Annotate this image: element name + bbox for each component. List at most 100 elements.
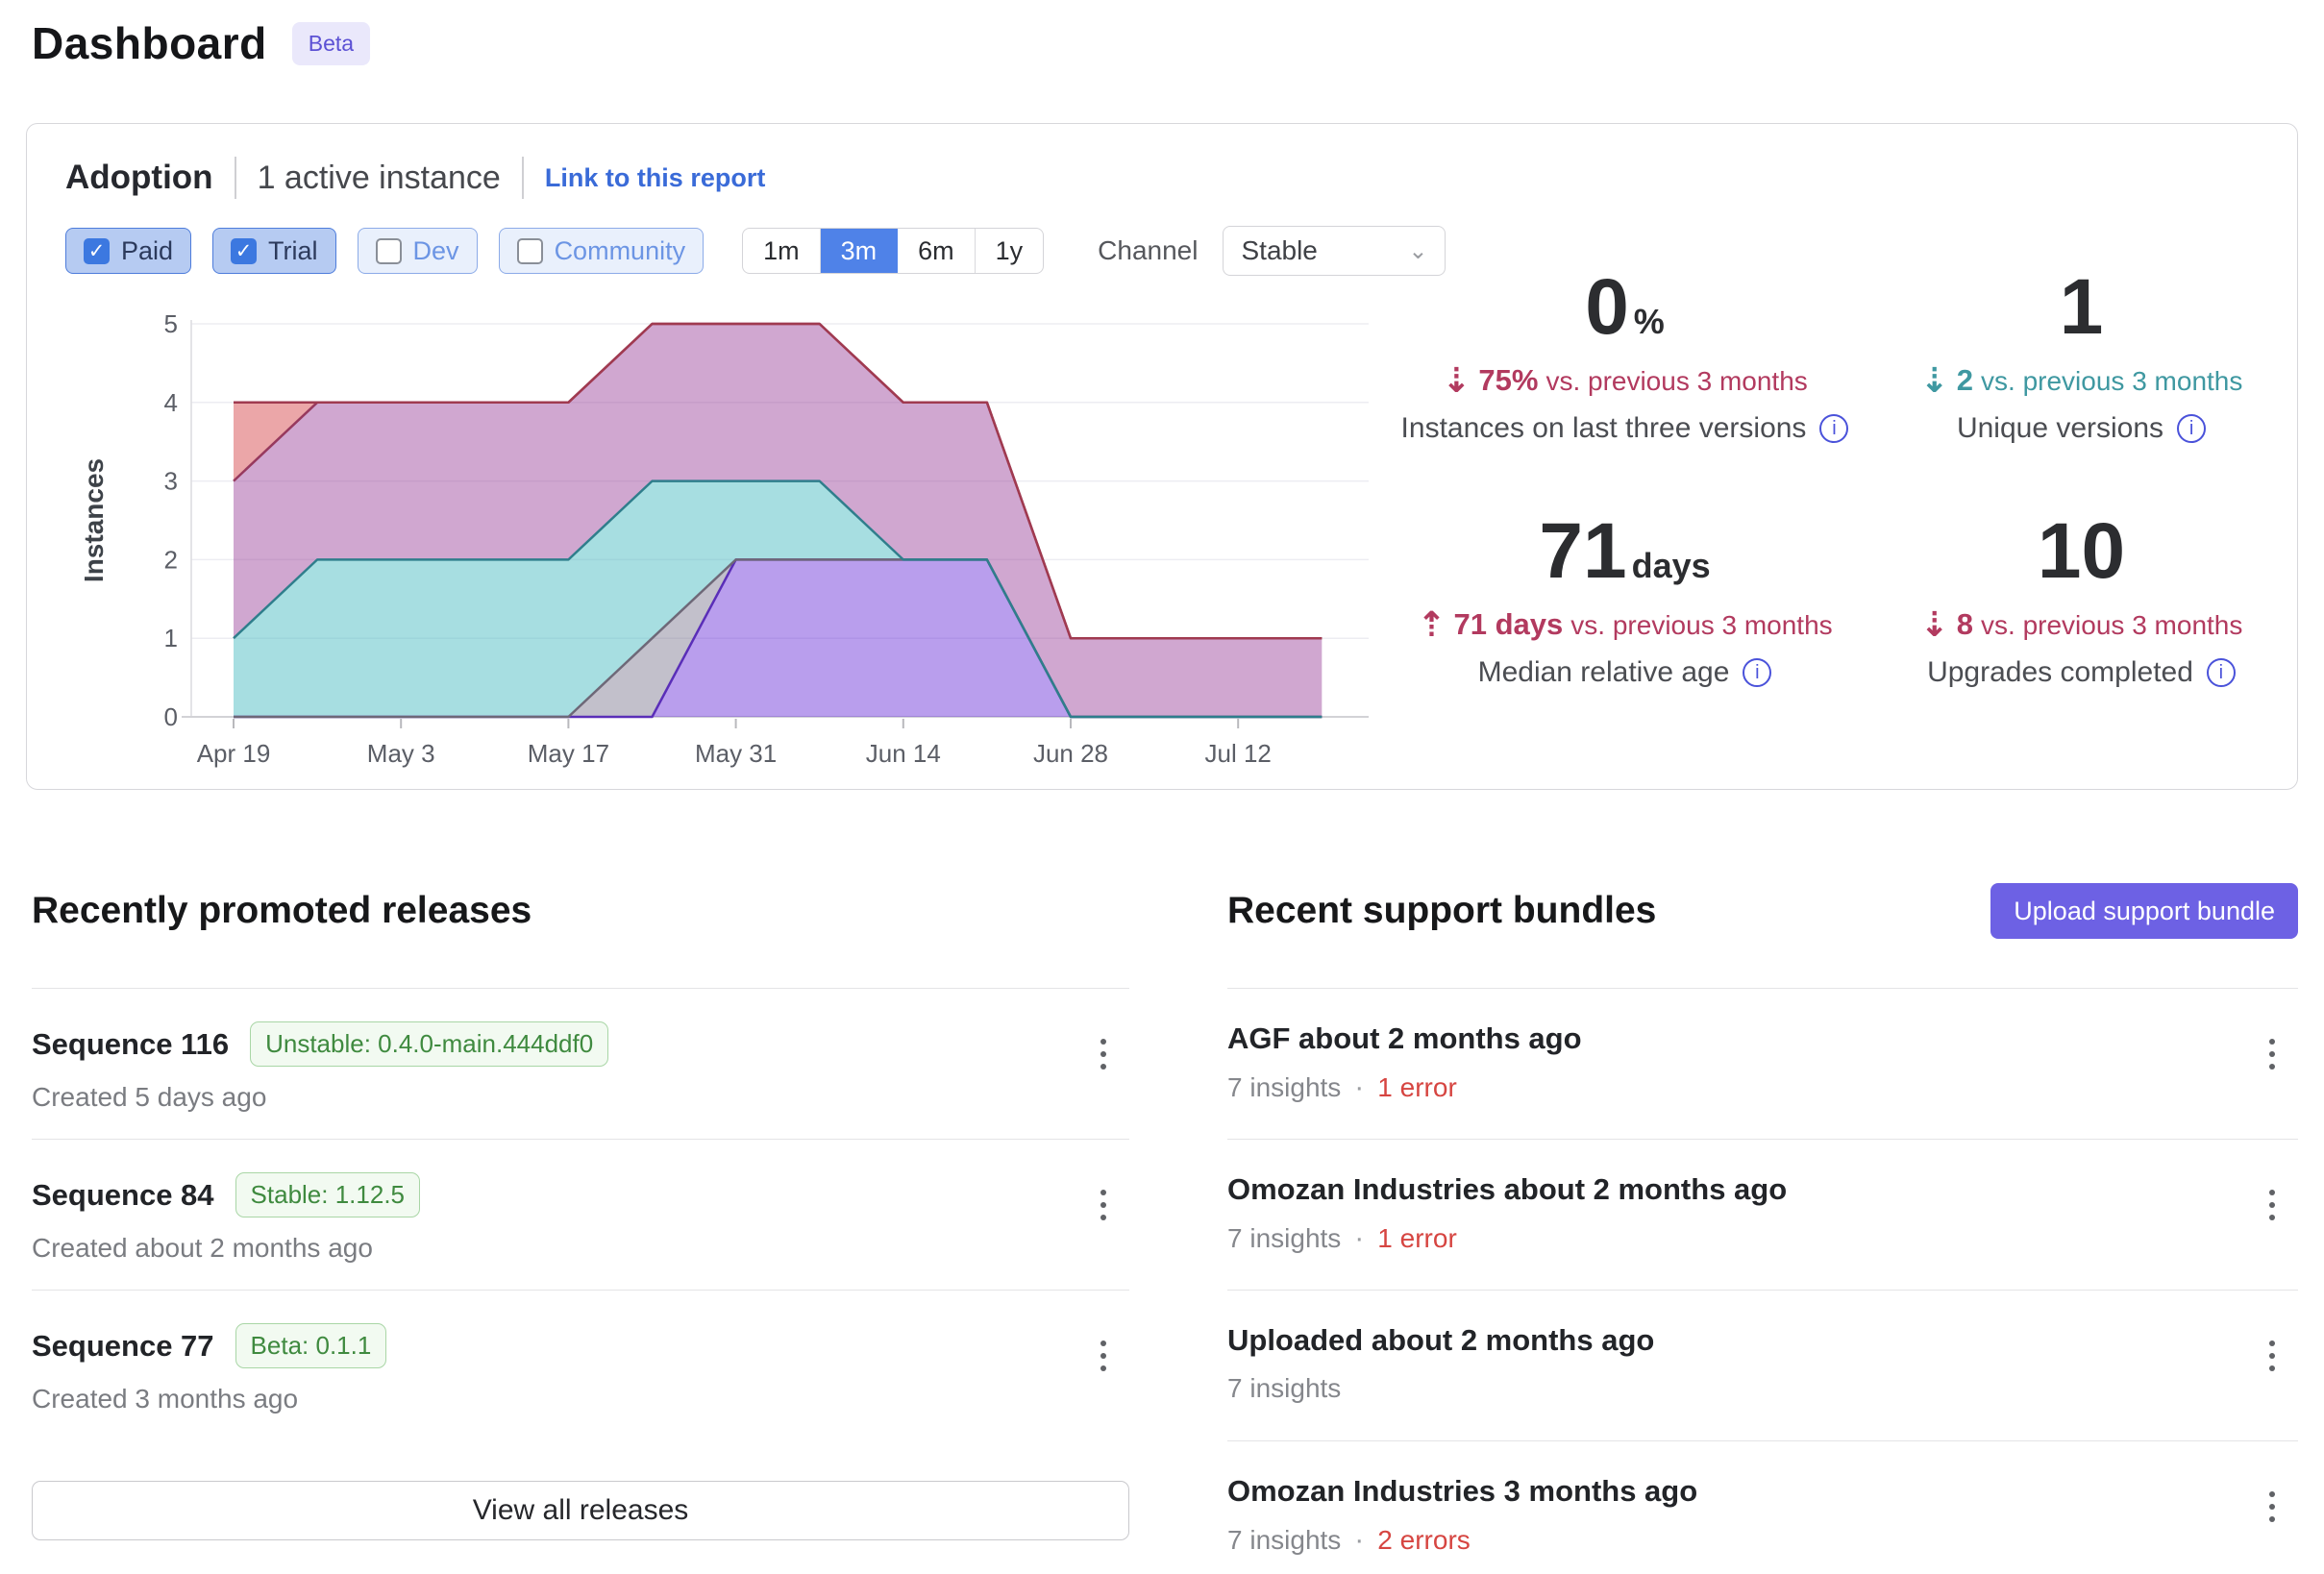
trend-caption: vs. previous 3 months <box>1545 366 1807 396</box>
stat-label: Instances on last three versions i <box>1397 412 1853 445</box>
stat-value: 0% <box>1397 266 1853 349</box>
release-list: Sequence 116Unstable: 0.4.0-main.444ddf0… <box>32 989 1129 1440</box>
meta-separator-dot: · <box>1354 1524 1364 1557</box>
release-created-text: Created about 2 months ago <box>32 1233 1129 1264</box>
adoption-title: Adoption <box>65 159 213 197</box>
filter-trial[interactable]: ✓Trial <box>212 228 336 274</box>
info-icon[interactable]: i <box>2207 658 2236 687</box>
trend-caption: vs. previous 3 months <box>1981 610 2242 640</box>
trend-down-arrow-icon: ⇣ <box>1920 360 1949 400</box>
stat-number-text: 10 <box>2038 507 2125 595</box>
y-tick-label: 0 <box>164 702 178 731</box>
release-title-row: Sequence 84Stable: 1.12.5 <box>32 1172 1129 1217</box>
info-icon[interactable]: i <box>1743 658 1771 687</box>
y-tick-label: 1 <box>164 624 178 652</box>
stat-trend: ⇣8 vs. previous 3 months <box>1853 603 2310 643</box>
stat-cell-3: 10⇣8vs. previous 3 monthsUpgrades comple… <box>1853 510 2310 727</box>
stat-value: 1 <box>1853 266 2310 349</box>
page-title: Dashboard <box>32 17 267 69</box>
x-tick-label: May 17 <box>528 739 609 768</box>
release-row: Sequence 116Unstable: 0.4.0-main.444ddf0… <box>32 989 1129 1139</box>
range-3m[interactable]: 3m <box>821 229 899 273</box>
stat-trend: ⇣2vs. previous 3 months <box>1853 358 2310 399</box>
y-tick-label: 3 <box>164 467 178 496</box>
trend-down-arrow-icon: ⇣ <box>1920 604 1949 644</box>
view-all-releases-button[interactable]: View all releases <box>32 1481 1129 1540</box>
info-icon[interactable]: i <box>2177 414 2206 443</box>
time-range-segmented-control: 1m3m6m1y <box>742 228 1044 274</box>
bundle-meta-row: 7 insights · 2 errors <box>1227 1524 2298 1557</box>
release-version-badge: Beta: 0.1.1 <box>235 1323 387 1368</box>
channel-label: Channel <box>1098 235 1198 266</box>
kebab-menu-icon[interactable] <box>2262 1484 2283 1530</box>
beta-badge: Beta <box>292 22 370 65</box>
bundle-title: Omozan Industries about 2 months ago <box>1227 1172 2298 1207</box>
bundle-insights-count: 7 insights <box>1227 1525 1341 1556</box>
x-tick-label: Jun 14 <box>866 739 941 768</box>
range-1y[interactable]: 1y <box>976 229 1044 273</box>
recently-promoted-releases-section: Recently promoted releases Sequence 116U… <box>32 882 1129 1540</box>
bundle-error-count: 2 errors <box>1377 1525 1470 1556</box>
checkbox-icon <box>517 238 543 264</box>
checkbox-icon: ✓ <box>231 238 257 264</box>
release-title: Sequence 77 <box>32 1329 214 1364</box>
bundle-title: Omozan Industries 3 months ago <box>1227 1474 2298 1509</box>
stat-suffix: days <box>1632 546 1711 585</box>
filter-label: Community <box>555 236 686 266</box>
filter-label: Paid <box>121 236 173 266</box>
kebab-menu-icon[interactable] <box>1093 1031 1114 1077</box>
bundle-title: Uploaded about 2 months ago <box>1227 1323 2298 1358</box>
bundle-meta-row: 7 insights <box>1227 1373 2298 1404</box>
bundle-meta-row: 7 insights·1 error <box>1227 1222 2298 1255</box>
support-bundle-row: Omozan Industries 3 months ago 7 insights… <box>1227 1441 2298 1574</box>
bundles-header-row: Recent support bundles Upload support bu… <box>1227 882 2298 940</box>
range-1m[interactable]: 1m <box>743 229 821 273</box>
adoption-card: Adoption 1 active instance Link to this … <box>26 123 2298 790</box>
release-row: Sequence 77Beta: 0.1.1Created 3 months a… <box>32 1291 1129 1440</box>
support-bundle-row: Uploaded about 2 months ago 7 insights <box>1227 1291 2298 1440</box>
recent-support-bundles-section: Recent support bundles Upload support bu… <box>1227 882 2298 1574</box>
upload-support-bundle-button[interactable]: Upload support bundle <box>1990 883 2298 939</box>
release-title-row: Sequence 116Unstable: 0.4.0-main.444ddf0 <box>32 1021 1129 1067</box>
releases-heading: Recently promoted releases <box>32 890 532 932</box>
stat-cell-2: 71days⇡71 daysvs. previous 3 monthsMedia… <box>1397 510 1853 727</box>
stat-label: Unique versionsi <box>1853 412 2310 445</box>
range-6m[interactable]: 6m <box>898 229 976 273</box>
y-tick-label: 2 <box>164 545 178 574</box>
stat-number-text: 71 <box>1539 507 1626 595</box>
info-icon[interactable]: i <box>1819 414 1848 443</box>
y-tick-label: 4 <box>164 388 178 417</box>
stat-value: 71days <box>1397 510 1853 593</box>
header-separator <box>235 157 236 199</box>
release-created-text: Created 5 days ago <box>32 1082 1129 1113</box>
channel-select-value: Stable <box>1241 235 1317 266</box>
filter-dev[interactable]: Dev <box>358 228 478 274</box>
filter-community[interactable]: Community <box>499 228 705 274</box>
dashboard-page: Dashboard Beta Adoption 1 active instanc… <box>0 0 2324 1574</box>
x-tick-label: Jul 12 <box>1205 739 1272 768</box>
channel-group: Channel Stable ⌄ <box>1098 226 1446 276</box>
stat-label-text: Instances on last three versions <box>1401 412 1807 445</box>
kebab-menu-icon[interactable] <box>1093 1182 1114 1228</box>
trend-value: 8 <box>1957 607 1973 641</box>
filter-paid[interactable]: ✓Paid <box>65 228 191 274</box>
adoption-controls: ✓Paid✓TrialDevCommunity 1m3m6m1y Channel… <box>65 226 1446 276</box>
kebab-menu-icon[interactable] <box>1093 1333 1114 1379</box>
trend-caption: vs. previous 3 months <box>1981 366 2242 396</box>
release-title-row: Sequence 77 Beta: 0.1.1 <box>32 1323 1129 1368</box>
release-title: Sequence 116 <box>32 1027 229 1062</box>
kebab-menu-icon[interactable] <box>2262 1333 2283 1379</box>
stat-cell-1: 1 ⇣2vs. previous 3 months Unique versionsi <box>1853 266 2310 483</box>
adoption-area-chart: 012345Apr 19May 3May 17May 31Jun 14Jun 2… <box>59 307 1385 768</box>
support-bundle-row: Omozan Industries about 2 months ago 7 in… <box>1227 1140 2298 1290</box>
kebab-menu-icon[interactable] <box>2262 1182 2283 1228</box>
bundle-list: AGF about 2 months ago 7 insights·1 error… <box>1227 989 2298 1574</box>
x-tick-label: May 31 <box>695 739 777 768</box>
kebab-menu-icon[interactable] <box>2262 1031 2283 1077</box>
link-to-report[interactable]: Link to this report <box>545 163 766 193</box>
x-tick-label: Jun 28 <box>1033 739 1108 768</box>
trend-value: 71 days <box>1454 607 1564 641</box>
stat-label-text: Median relative age <box>1478 656 1730 689</box>
bundle-title: AGF about 2 months ago <box>1227 1021 2298 1056</box>
stat-label: Median relative age i <box>1397 656 1853 689</box>
